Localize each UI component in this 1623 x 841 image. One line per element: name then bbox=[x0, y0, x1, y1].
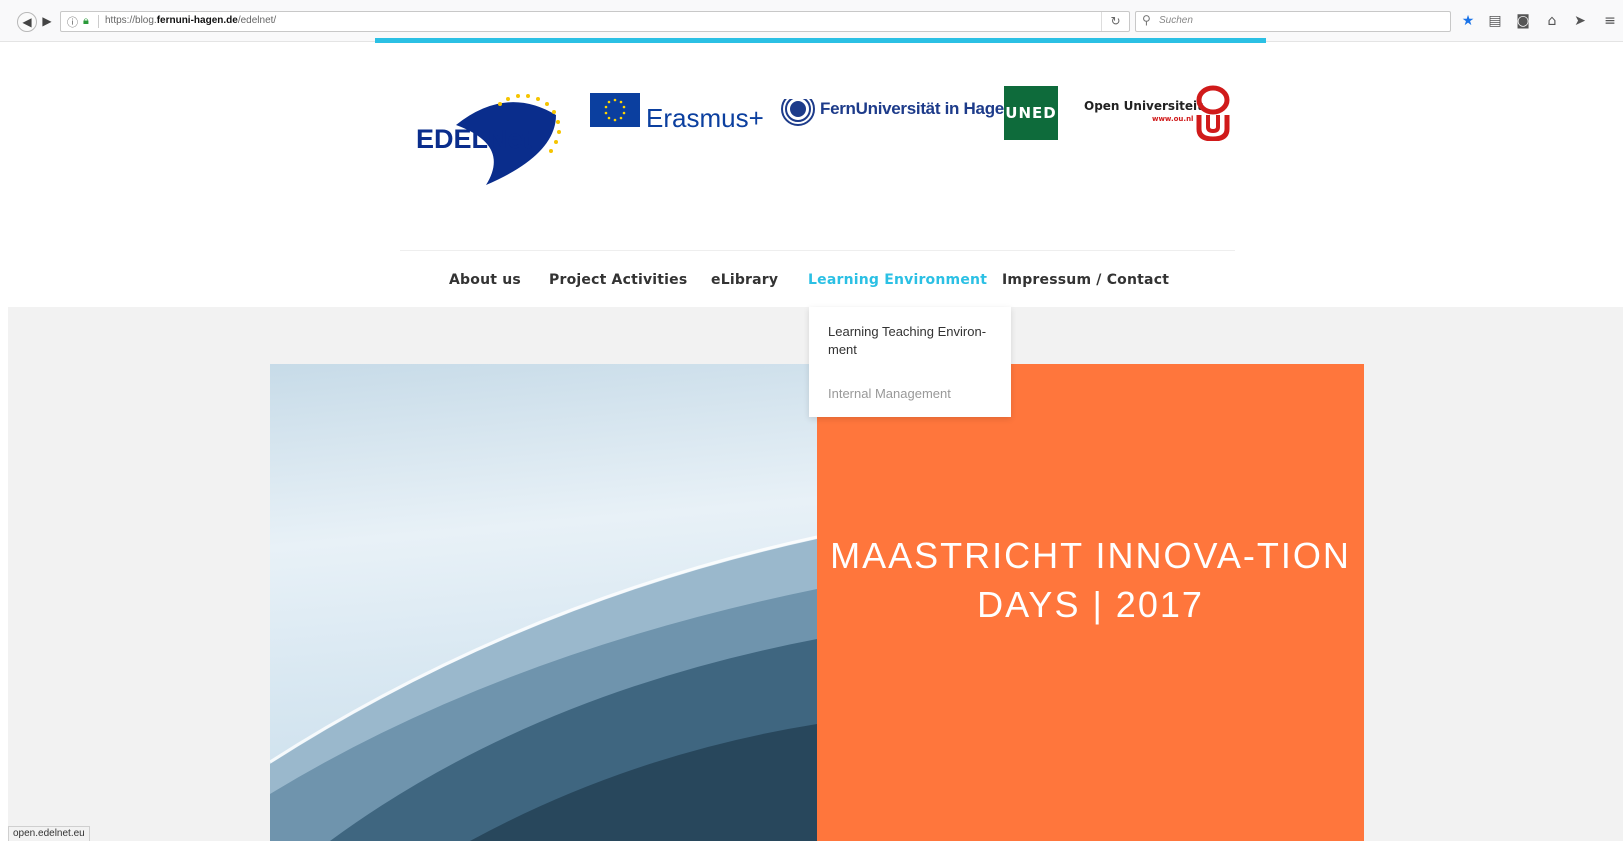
info-icon[interactable]: ⓘ bbox=[67, 14, 78, 30]
forward-icon[interactable]: ▶ bbox=[37, 12, 57, 32]
menu-item-impressum-contact[interactable]: Impressum / Contact bbox=[1002, 272, 1169, 288]
bookmark-star-icon[interactable]: ★ bbox=[1459, 12, 1477, 30]
url-separator bbox=[98, 15, 99, 28]
home-icon[interactable]: ⌂ bbox=[1543, 12, 1561, 30]
main-menu: About us Project Activities eLibrary Lea… bbox=[0, 272, 1623, 294]
hero-title-panel[interactable]: MAASTRICHT INNOVA-TION DAYS | 2017 bbox=[817, 364, 1364, 841]
menu-icon[interactable]: ≡ bbox=[1601, 12, 1619, 30]
edelnet-logo[interactable]: EDELNet bbox=[416, 85, 576, 185]
menu-item-project-activities[interactable]: Project Activities bbox=[549, 272, 687, 288]
hero-title[interactable]: MAASTRICHT INNOVA-TION DAYS | 2017 bbox=[817, 531, 1364, 629]
learning-environment-dropdown: Learning Teaching Environ-ment Internal … bbox=[809, 307, 1011, 417]
edelnet-logo-text: EDELNet bbox=[416, 124, 532, 154]
edelnet-logo-graphic: EDELNet bbox=[416, 94, 561, 185]
ou-name-text: Open Universiteit bbox=[1084, 99, 1203, 113]
eu-flag-icon bbox=[590, 93, 640, 127]
fernuni-emblem-icon bbox=[780, 89, 816, 126]
erasmus-text: Erasmus+ bbox=[646, 103, 764, 133]
lock-icon: 🔒︎ bbox=[83, 14, 89, 27]
search-icon: ⚲ bbox=[1142, 13, 1151, 27]
url-text[interactable]: https://blog.fernuni-hagen.de/edelnet/ bbox=[105, 15, 276, 26]
open-universiteit-logo[interactable]: Open Universiteit www.ou.nl bbox=[1074, 85, 1234, 141]
menu-item-learning-environment[interactable]: Learning Environment bbox=[808, 272, 987, 288]
dropdown-item-learning-teaching-environment[interactable]: Learning Teaching Environ-ment bbox=[828, 323, 1003, 359]
ou-emblem-icon bbox=[1196, 85, 1230, 141]
uned-logo[interactable]: UNED bbox=[1004, 86, 1058, 140]
search-bar[interactable]: ⚲ Suchen bbox=[1135, 11, 1451, 32]
ou-url-text: www.ou.nl bbox=[1152, 115, 1194, 123]
menu-item-elibrary[interactable]: eLibrary bbox=[711, 272, 778, 288]
accent-bar bbox=[375, 38, 1266, 43]
hero-image bbox=[270, 364, 817, 841]
search-placeholder: Suchen bbox=[1159, 15, 1193, 26]
send-icon[interactable]: ➤ bbox=[1571, 12, 1589, 30]
dropdown-item-internal-management[interactable]: Internal Management bbox=[828, 386, 951, 401]
fernuni-logo[interactable]: FernUniversität in Hagen bbox=[780, 89, 1014, 129]
reading-list-icon[interactable]: ▤ bbox=[1486, 12, 1504, 30]
building-graphic bbox=[270, 535, 817, 841]
menu-item-about-us[interactable]: About us bbox=[449, 272, 521, 288]
browser-toolbar: ◀ ▶ ⓘ 🔒︎ https://blog.fernuni-hagen.de/e… bbox=[0, 0, 1623, 42]
fernuni-text: FernUniversität in Hagen bbox=[820, 99, 1015, 118]
url-bar[interactable]: ⓘ 🔒︎ https://blog.fernuni-hagen.de/edeln… bbox=[60, 11, 1130, 32]
pocket-icon[interactable]: ◙ bbox=[1514, 12, 1532, 30]
reload-icon[interactable]: ↻ bbox=[1101, 12, 1129, 31]
partner-logos: EDELNet Erasmus+ FernUniversität in Hage… bbox=[410, 75, 1230, 185]
status-bar: open.edelnet.eu bbox=[8, 826, 90, 841]
back-icon[interactable]: ◀ bbox=[17, 12, 37, 32]
menu-divider bbox=[400, 250, 1235, 251]
